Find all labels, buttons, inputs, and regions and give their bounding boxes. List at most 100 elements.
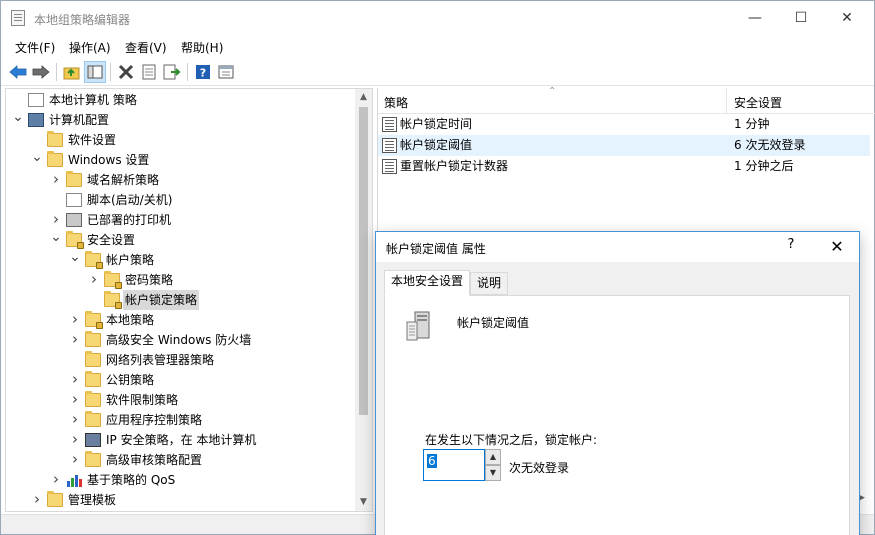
folder-icon xyxy=(85,451,101,467)
chevron-down-icon[interactable]: ⌄ xyxy=(12,110,24,124)
up-folder-icon[interactable] xyxy=(61,61,83,83)
toolbar: ? xyxy=(1,58,874,86)
chevron-right-icon[interactable]: › xyxy=(69,430,81,449)
folder-icon xyxy=(85,391,101,407)
tree-item[interactable]: ⌄ 帐户策略 xyxy=(6,250,346,270)
scroll-thumb[interactable] xyxy=(359,107,368,415)
help-icon[interactable]: ? xyxy=(192,61,214,83)
tree-scrollbar[interactable]: ▲ ▼ xyxy=(355,89,372,511)
tree-item-label: 密码策略 xyxy=(125,273,174,287)
minimize-button[interactable]: — xyxy=(732,1,778,35)
menu-bar: 文件(F) 操作(A) 查看(V) 帮助(H) xyxy=(1,35,874,57)
policy-name-cell: 帐户锁定时间 xyxy=(400,117,473,131)
tree-item[interactable]: › 高级审核策略配置 xyxy=(6,450,346,470)
spin-up-button[interactable]: ▲ xyxy=(485,449,501,465)
locked-folder-icon xyxy=(85,311,103,329)
chevron-right-icon[interactable]: › xyxy=(69,330,81,349)
chevron-down-icon[interactable]: ⌄ xyxy=(31,150,43,164)
tree-item[interactable]: › IP 安全策略，在 本地计算机 xyxy=(6,430,346,450)
tree-item-label: 脚本(启动/关机) xyxy=(87,193,173,207)
tree-item[interactable]: 网络列表管理器策略 xyxy=(6,350,346,370)
tree-item[interactable]: ⌄ Windows 设置 xyxy=(6,150,346,170)
tree-item[interactable]: › 软件限制策略 xyxy=(6,390,346,410)
folder-icon xyxy=(85,371,101,387)
tree-item[interactable]: 脚本(启动/关机) xyxy=(6,190,346,210)
tree-item[interactable]: › 应用程序控制策略 xyxy=(6,410,346,430)
column-policy[interactable]: 策略 xyxy=(384,94,408,111)
menu-file[interactable]: 文件(F) xyxy=(15,39,55,56)
tree-item[interactable]: › 管理模板 xyxy=(6,490,346,510)
chevron-right-icon[interactable]: › xyxy=(69,450,81,469)
tree-item-label: 应用程序控制策略 xyxy=(106,413,203,427)
dialog-title: 帐户锁定阈值 属性 xyxy=(386,242,486,256)
tab-explain[interactable]: 说明 xyxy=(470,272,509,295)
tree-pane[interactable]: 本地计算机 策略 ⌄ 计算机配置 软件设置 ⌄ Windows 设置 › 域名解析策略 脚本(启… xyxy=(5,88,373,512)
tree-item[interactable]: 帐户锁定策略 xyxy=(6,290,346,310)
delete-icon[interactable] xyxy=(115,61,137,83)
tree-item-label: 公钥策略 xyxy=(106,373,155,387)
tree-item[interactable]: › 本地策略 xyxy=(6,310,346,330)
chevron-down-icon[interactable]: ⌄ xyxy=(50,230,62,244)
computer-icon xyxy=(28,113,44,127)
tree-item[interactable]: 本地计算机 策略 xyxy=(6,90,346,110)
server-icon xyxy=(403,310,437,344)
back-icon[interactable] xyxy=(7,61,29,83)
qos-chart-icon xyxy=(66,473,82,487)
show-tree-icon[interactable] xyxy=(84,61,106,83)
chevron-right-icon[interactable]: › xyxy=(50,170,62,189)
script-icon xyxy=(66,193,82,207)
menu-action[interactable]: 操作(A) xyxy=(69,39,111,56)
folder-icon xyxy=(47,151,63,167)
tree-item-label: 安全设置 xyxy=(87,233,136,247)
menu-view[interactable]: 查看(V) xyxy=(125,39,167,56)
tree-item[interactable]: › 公钥策略 xyxy=(6,370,346,390)
chevron-right-icon[interactable]: › xyxy=(88,270,100,289)
forward-icon[interactable] xyxy=(30,61,52,83)
chevron-right-icon[interactable]: › xyxy=(69,410,81,429)
tree-item[interactable]: 软件设置 xyxy=(6,130,346,150)
title-bar: 本地组策略编辑器 — ☐ ✕ xyxy=(1,1,874,35)
column-security-setting[interactable]: 安全设置 xyxy=(734,94,782,111)
dialog-help-button[interactable]: ? xyxy=(780,237,802,257)
chevron-right-icon[interactable]: › xyxy=(50,470,62,489)
chevron-down-icon[interactable]: ⌄ xyxy=(69,250,81,264)
spin-down-button[interactable]: ▼ xyxy=(485,465,501,481)
tree-item[interactable]: › 密码策略 xyxy=(6,270,346,290)
maximize-button[interactable]: ☐ xyxy=(778,1,824,35)
menu-help[interactable]: 帮助(H) xyxy=(181,39,223,56)
list-row[interactable]: 帐户锁定时间 1 分钟 xyxy=(378,114,870,135)
dialog-close-button[interactable]: ✕ xyxy=(822,235,852,259)
tree-item[interactable]: › 域名解析策略 xyxy=(6,170,346,190)
chevron-right-icon[interactable]: › xyxy=(69,310,81,329)
folder-icon xyxy=(47,131,63,147)
chevron-right-icon[interactable]: › xyxy=(69,370,81,389)
tree-item[interactable]: › 高级安全 Windows 防火墙 xyxy=(6,330,346,350)
chevron-right-icon[interactable]: › xyxy=(31,490,43,509)
tree-item[interactable]: ⌄ 计算机配置 xyxy=(6,110,346,130)
close-button[interactable]: ✕ xyxy=(824,1,870,35)
policy-item-icon xyxy=(382,138,397,153)
export-icon[interactable] xyxy=(161,61,183,83)
chevron-right-icon[interactable]: › xyxy=(50,210,62,229)
tree-item[interactable]: › 已部署的打印机 xyxy=(6,210,346,230)
folder-icon xyxy=(66,171,82,187)
list-row[interactable]: 重置帐户锁定计数器 1 分钟之后 xyxy=(378,156,870,177)
scroll-down-arrow[interactable]: ▼ xyxy=(355,494,372,511)
tree-item-label: 计算机配置 xyxy=(49,113,110,127)
tree-item-label: 帐户策略 xyxy=(106,253,155,267)
policy-item-icon xyxy=(382,117,397,132)
tree-item[interactable]: › 基于策略的 QoS xyxy=(6,470,346,490)
ip-security-icon xyxy=(85,433,101,447)
view-icon[interactable] xyxy=(215,61,237,83)
scroll-up-arrow[interactable]: ▲ xyxy=(355,89,372,106)
tab-local-security-setting[interactable]: 本地安全设置 xyxy=(384,270,471,296)
lockout-threshold-input[interactable]: 6 xyxy=(423,449,485,481)
tab-panel: 帐户锁定阈值 在发生以下情况之后，锁定帐户: 6 ▲ ▼ 次无效登录 xyxy=(384,295,850,535)
tree-item-label: 已部署的打印机 xyxy=(87,213,172,227)
lockout-threshold-stepper[interactable]: 6 ▲ ▼ xyxy=(423,449,503,481)
properties-dialog: 帐户锁定阈值 属性 ? ✕ 本地安全设置 说明 帐户锁定阈值 在发生以下情况之后… xyxy=(375,231,860,535)
tree-item[interactable]: ⌄ 安全设置 xyxy=(6,230,346,250)
chevron-right-icon[interactable]: › xyxy=(69,390,81,409)
properties-icon[interactable] xyxy=(138,61,160,83)
list-row[interactable]: 帐户锁定阈值 6 次无效登录 xyxy=(378,135,870,156)
